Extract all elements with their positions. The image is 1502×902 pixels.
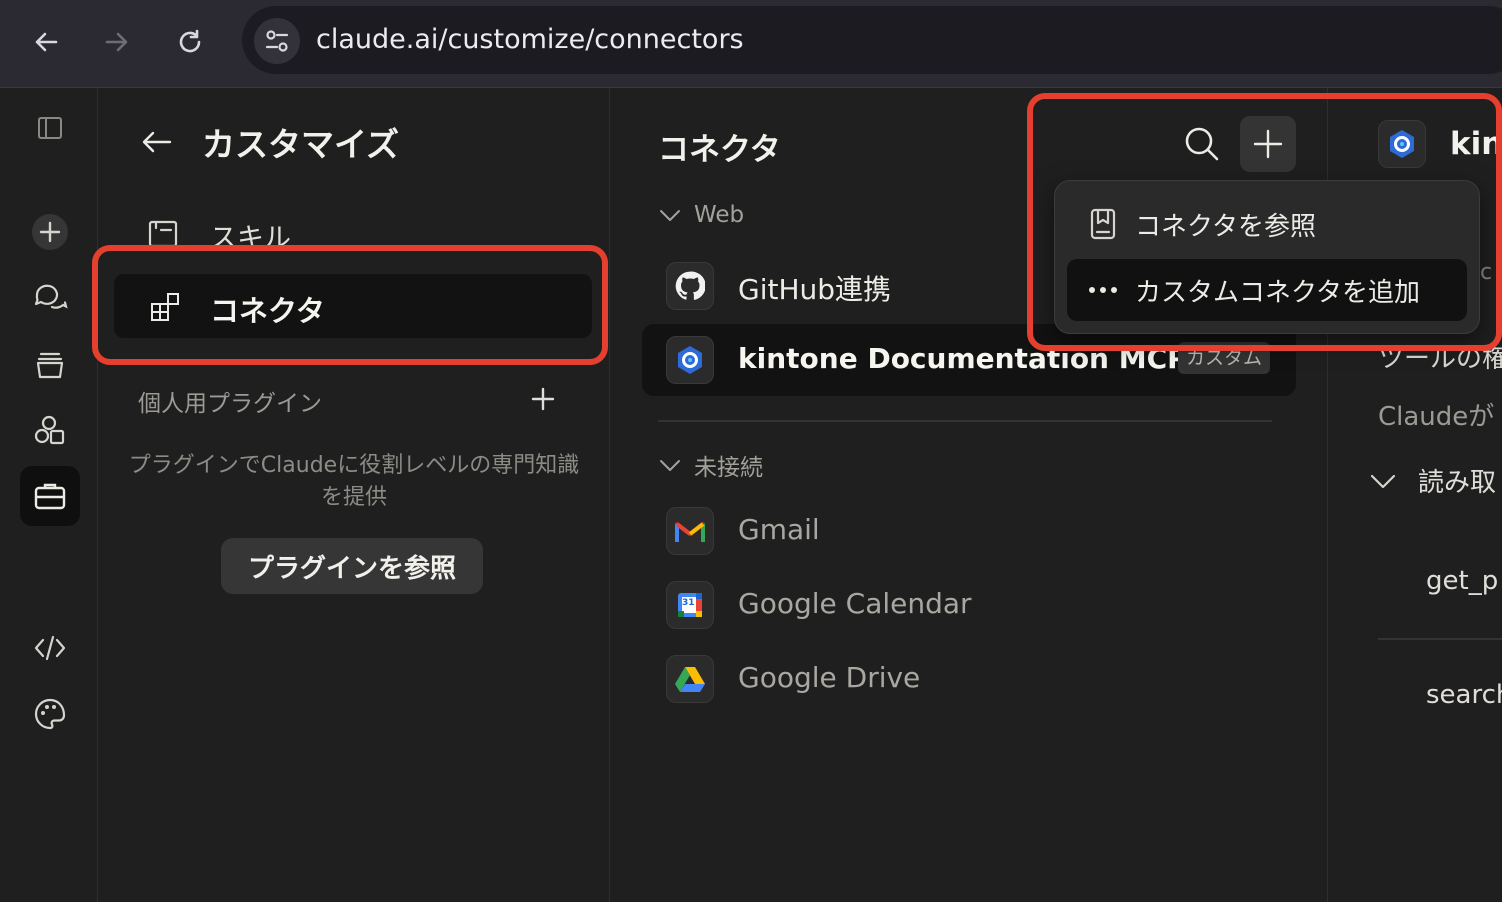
chevron-down-icon bbox=[660, 460, 680, 471]
kintone-icon bbox=[666, 336, 714, 384]
url-text[interactable]: claude.ai/customize/connectors bbox=[316, 24, 744, 55]
code-button[interactable] bbox=[20, 618, 80, 678]
customize-button[interactable] bbox=[20, 466, 80, 526]
connector-name: Google Calendar bbox=[738, 587, 972, 620]
connector-name: GitHub連携 bbox=[738, 273, 892, 306]
add-plugin-button[interactable] bbox=[528, 384, 558, 414]
artifacts-button[interactable] bbox=[20, 400, 80, 460]
site-info-button[interactable] bbox=[254, 18, 300, 64]
calendar-day: 31 bbox=[682, 598, 695, 608]
connector-name: Google Drive bbox=[738, 661, 921, 694]
plugins-description: プラグインでClaudeに役割レベルの専門知識を提供 bbox=[128, 453, 580, 510]
gmail-icon bbox=[666, 507, 714, 555]
tool-name: get_p bbox=[1426, 566, 1499, 596]
briefcase-icon bbox=[34, 483, 66, 510]
page-title: カスタマイズ bbox=[202, 125, 400, 164]
reload-button[interactable] bbox=[170, 22, 210, 62]
projects-button[interactable] bbox=[20, 334, 80, 394]
connector-google-drive[interactable]: Google Drive bbox=[642, 643, 1296, 715]
github-icon bbox=[666, 262, 714, 310]
divider bbox=[1378, 638, 1502, 640]
tool-name: search bbox=[1426, 680, 1502, 710]
connectors-title: コネクタ bbox=[658, 132, 781, 168]
nav-item-skills[interactable]: スキル bbox=[146, 216, 291, 248]
group-heading: Web bbox=[694, 202, 745, 228]
divider bbox=[658, 420, 1272, 422]
sidebar-toggle-button[interactable] bbox=[20, 98, 80, 158]
connector-name: Gmail bbox=[738, 513, 820, 546]
shapes-icon bbox=[34, 415, 65, 445]
connector-google-calendar[interactable]: 31 Google Calendar bbox=[642, 569, 1296, 641]
back-to-chat-button[interactable] bbox=[138, 124, 178, 160]
arrow-left-icon bbox=[142, 131, 172, 153]
chevron-down-icon bbox=[1370, 474, 1396, 488]
detail-description: Claudeが bbox=[1378, 402, 1495, 432]
arrow-left-icon bbox=[35, 32, 58, 52]
highlight-box-connectors-nav bbox=[92, 245, 608, 365]
reload-icon bbox=[179, 29, 201, 53]
chats-button[interactable] bbox=[20, 268, 80, 328]
plus-circle-icon bbox=[32, 214, 68, 250]
group-toggle-web[interactable]: Web bbox=[658, 202, 744, 228]
google-drive-icon bbox=[666, 655, 714, 703]
forward-button[interactable] bbox=[97, 22, 137, 62]
nav-item-label: スキル bbox=[210, 223, 291, 248]
google-calendar-icon: 31 bbox=[666, 581, 714, 629]
stack-icon bbox=[36, 352, 64, 379]
highlight-box-add-menu bbox=[1027, 93, 1502, 351]
code-icon bbox=[34, 635, 66, 661]
new-chat-button[interactable] bbox=[20, 202, 80, 262]
palette-icon bbox=[34, 698, 66, 730]
browser-toolbar: claude.ai/customize/connectors bbox=[0, 0, 1502, 88]
chat-bubbles-icon bbox=[34, 284, 68, 309]
group-toggle-disconnected[interactable]: 未接続 bbox=[658, 448, 763, 482]
connector-gmail[interactable]: Gmail bbox=[642, 495, 1296, 567]
plugins-heading: 個人用プラグイン bbox=[138, 391, 322, 417]
group-heading: 未接続 bbox=[694, 455, 763, 481]
read-section-toggle[interactable]: 読み取 bbox=[1368, 462, 1496, 499]
tune-icon bbox=[265, 30, 289, 52]
chevron-down-icon bbox=[660, 210, 680, 221]
plus-icon bbox=[531, 387, 555, 411]
skills-icon bbox=[148, 220, 178, 248]
left-rail bbox=[0, 88, 98, 902]
address-bar[interactable]: claude.ai/customize/connectors bbox=[242, 6, 1502, 74]
sidebar-icon bbox=[38, 117, 62, 139]
appearance-button[interactable] bbox=[20, 684, 80, 744]
arrow-right-icon bbox=[105, 32, 128, 52]
customize-panel: カスタマイズ スキル コネクタ 個人用プラグイン プラグインでClaudeに役割… bbox=[98, 88, 610, 902]
browse-plugins-button[interactable]: プラグインを参照 bbox=[221, 538, 483, 594]
section-heading: 読み取 bbox=[1418, 468, 1497, 498]
back-button[interactable] bbox=[26, 22, 66, 62]
